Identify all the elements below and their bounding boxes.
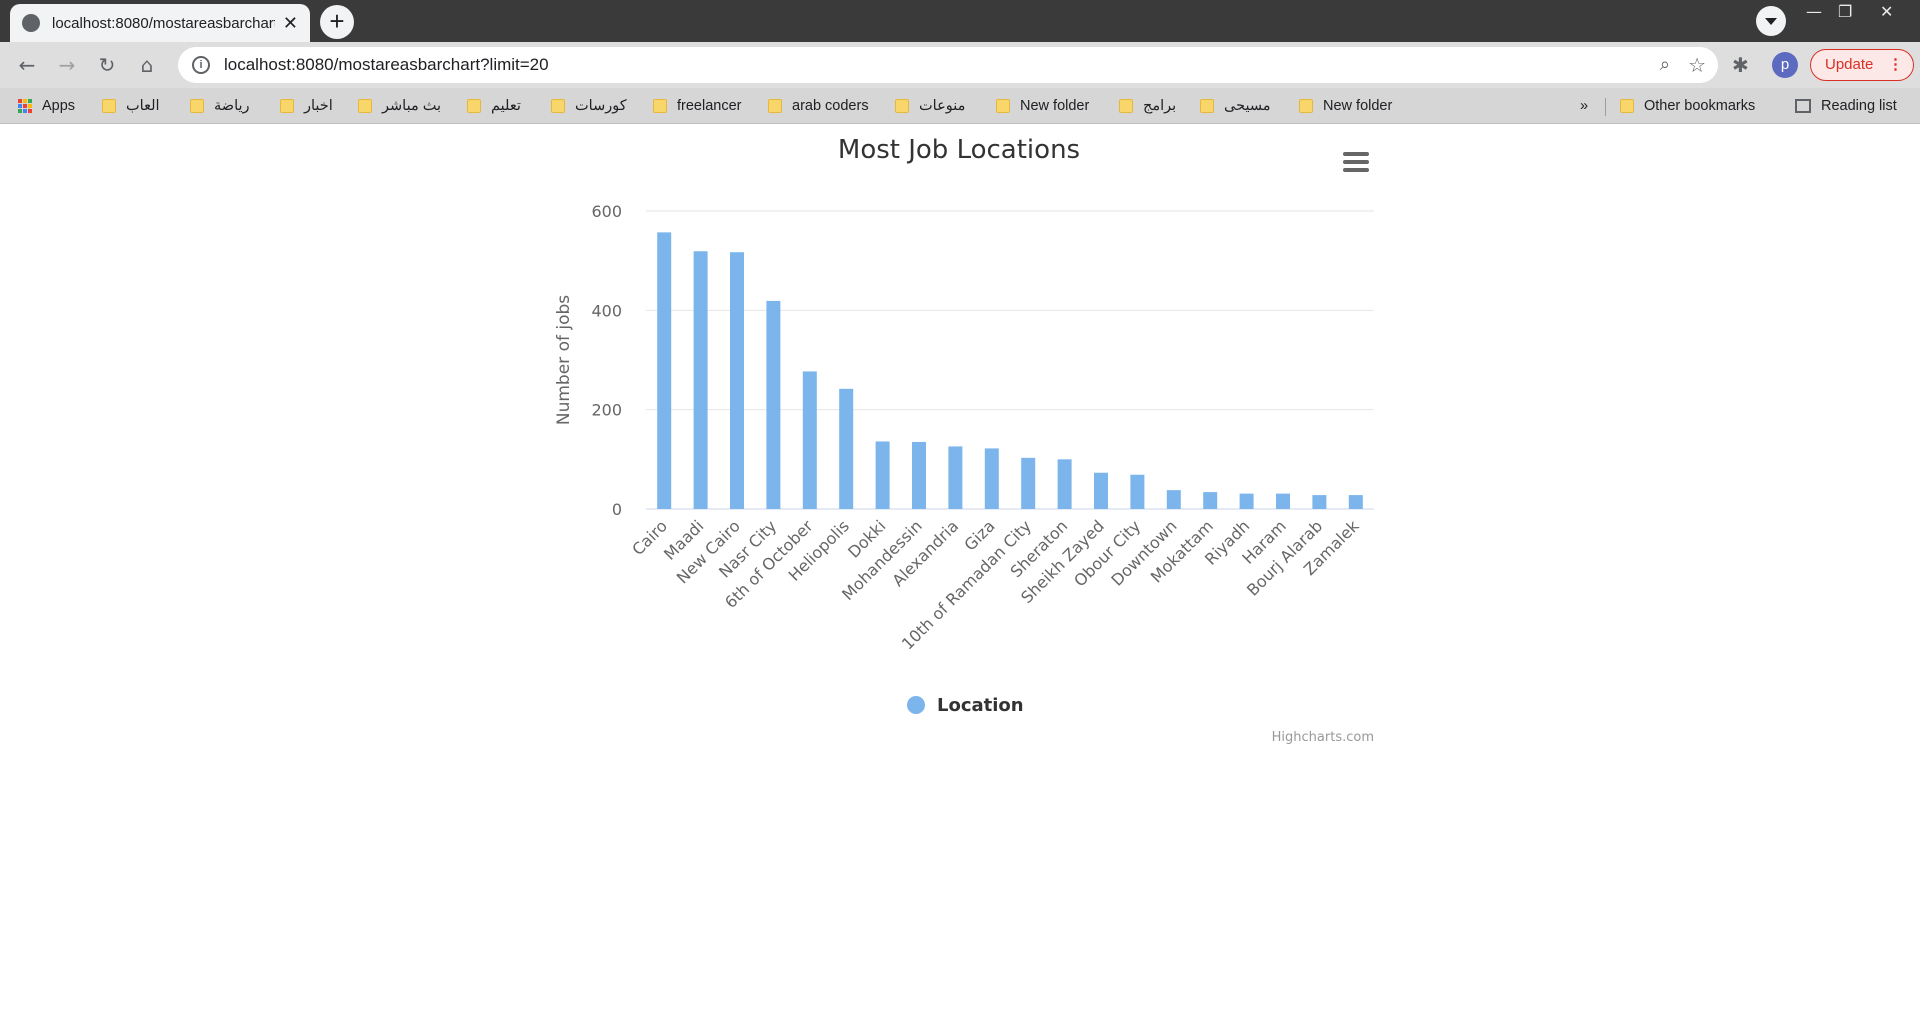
y-tick-label: 200 bbox=[591, 401, 622, 420]
bookmark-star-icon[interactable]: ☆ bbox=[1688, 53, 1706, 77]
bookmarks-divider bbox=[1605, 98, 1606, 116]
address-bar[interactable]: i localhost:8080/mostareasbarchart?limit… bbox=[178, 47, 1718, 83]
globe-icon bbox=[22, 14, 40, 32]
bar[interactable] bbox=[839, 388, 854, 509]
update-label: Update bbox=[1825, 56, 1874, 73]
browser-tab[interactable]: localhost:8080/mostareasbarchart ✕ bbox=[10, 4, 310, 42]
folder-icon bbox=[996, 99, 1010, 113]
bar[interactable] bbox=[1021, 457, 1036, 509]
url-text[interactable]: localhost:8080/mostareasbarchart?limit=2… bbox=[224, 55, 549, 75]
bar[interactable] bbox=[1203, 492, 1218, 509]
bar[interactable] bbox=[1166, 490, 1181, 509]
reading-list-button[interactable]: Reading list bbox=[1795, 96, 1897, 116]
gridlines bbox=[646, 210, 1374, 510]
bookmark-folder[interactable]: كورسات bbox=[551, 96, 627, 116]
folder-icon bbox=[467, 99, 481, 113]
update-button[interactable]: Update ⋮ bbox=[1810, 49, 1914, 81]
bar[interactable] bbox=[984, 448, 999, 509]
bookmark-folder[interactable]: New folder bbox=[996, 96, 1089, 116]
apps-icon bbox=[18, 99, 32, 113]
y-tick-label: 400 bbox=[591, 301, 622, 320]
folder-icon bbox=[1119, 99, 1133, 113]
folder-icon bbox=[653, 99, 667, 113]
chart: Most Job Locations 0 200 400 600 Number of … bbox=[554, 135, 1374, 745]
reading-list-icon bbox=[1795, 99, 1811, 113]
bar[interactable] bbox=[912, 441, 926, 509]
folder-icon bbox=[551, 99, 565, 113]
folder-icon bbox=[280, 99, 294, 113]
bookmark-folder[interactable]: العاب bbox=[102, 96, 160, 116]
bar[interactable] bbox=[802, 371, 817, 509]
home-icon[interactable]: ⌂ bbox=[134, 52, 160, 78]
tab-search-icon[interactable] bbox=[1756, 6, 1786, 36]
more-icon: ⋮ bbox=[1888, 56, 1903, 73]
bookmark-other[interactable]: Other bookmarks bbox=[1620, 96, 1755, 116]
bar[interactable] bbox=[1312, 495, 1327, 509]
bookmarks-overflow-button[interactable]: » bbox=[1580, 96, 1588, 116]
bar[interactable] bbox=[948, 446, 963, 509]
close-icon[interactable]: ✕ bbox=[283, 13, 298, 34]
legend-item[interactable]: Location bbox=[907, 695, 1024, 716]
y-axis-ticks: 0 200 400 600 bbox=[591, 202, 622, 519]
bar[interactable] bbox=[1130, 474, 1145, 509]
legend-label: Location bbox=[937, 695, 1024, 716]
y-tick-label: 0 bbox=[612, 500, 622, 519]
y-tick-label: 600 bbox=[591, 202, 622, 221]
bookmarks-bar: Apps العاب رياضة اخبار بث مباشر تعليم كو… bbox=[0, 88, 1920, 124]
folder-icon bbox=[768, 99, 782, 113]
zoom-icon[interactable]: ⌕ bbox=[1660, 54, 1670, 75]
bar[interactable] bbox=[1094, 472, 1108, 509]
bar[interactable] bbox=[1239, 493, 1254, 509]
folder-icon bbox=[1620, 99, 1634, 113]
bar[interactable] bbox=[766, 300, 781, 509]
tab-title: localhost:8080/mostareasbarchart bbox=[52, 14, 275, 32]
bookmark-folder[interactable]: رياضة bbox=[190, 96, 250, 116]
tab-strip: localhost:8080/mostareasbarchart ✕ + — ❐… bbox=[0, 0, 1920, 42]
bar[interactable] bbox=[1348, 495, 1363, 509]
close-window-icon[interactable]: ✕ bbox=[1880, 2, 1893, 21]
folder-icon bbox=[358, 99, 372, 113]
credits-link[interactable]: Highcharts.com bbox=[1272, 730, 1374, 745]
bookmark-folder[interactable]: منوعات bbox=[895, 96, 965, 116]
bookmark-folder[interactable]: New folder bbox=[1299, 96, 1392, 116]
bookmark-apps[interactable]: Apps bbox=[18, 96, 75, 116]
bar[interactable] bbox=[693, 251, 708, 509]
back-icon[interactable]: ← bbox=[14, 52, 40, 78]
forward-icon[interactable]: → bbox=[54, 52, 80, 78]
x-axis-labels: CairoMaadiNew CairoNasr City6th of Octob… bbox=[628, 516, 1363, 654]
bookmark-folder[interactable]: freelancer bbox=[653, 96, 741, 116]
bookmark-folder[interactable]: برامج bbox=[1119, 96, 1176, 116]
bookmark-folder[interactable]: اخبار bbox=[280, 96, 333, 116]
chart-title: Most Job Locations bbox=[838, 135, 1080, 165]
bookmark-folder[interactable]: بث مباشر bbox=[358, 96, 441, 116]
browser-toolbar: ← → ↻ ⌂ i localhost:8080/mostareasbarcha… bbox=[0, 42, 1920, 88]
folder-icon bbox=[190, 99, 204, 113]
chart-menu-icon[interactable] bbox=[1343, 152, 1369, 172]
bar[interactable] bbox=[1057, 459, 1072, 509]
site-info-icon[interactable]: i bbox=[192, 56, 210, 74]
bookmark-folder[interactable]: تعليم bbox=[467, 96, 521, 116]
new-tab-button[interactable]: + bbox=[320, 5, 354, 39]
bookmark-folder[interactable]: arab coders bbox=[768, 96, 869, 116]
folder-icon bbox=[102, 99, 116, 113]
restore-icon[interactable]: ❐ bbox=[1838, 2, 1852, 21]
y-axis-title: Number of jobs bbox=[554, 295, 574, 425]
legend-symbol bbox=[907, 696, 925, 714]
folder-icon bbox=[895, 99, 909, 113]
reload-icon[interactable]: ↻ bbox=[94, 52, 120, 78]
bar-series bbox=[657, 232, 1363, 509]
folder-icon bbox=[1200, 99, 1214, 113]
avatar[interactable]: p bbox=[1772, 52, 1798, 78]
page-content: Most Job Locations 0 200 400 600 Number of … bbox=[0, 125, 1920, 1032]
folder-icon bbox=[1299, 99, 1313, 113]
bar[interactable] bbox=[730, 252, 744, 509]
minimize-icon[interactable]: — bbox=[1806, 2, 1822, 21]
extensions-icon[interactable]: ✱ bbox=[1732, 53, 1749, 77]
bar[interactable] bbox=[657, 232, 672, 509]
bar[interactable] bbox=[1276, 493, 1290, 509]
bar[interactable] bbox=[875, 441, 890, 509]
bookmark-folder[interactable]: مسيحى bbox=[1200, 96, 1271, 116]
